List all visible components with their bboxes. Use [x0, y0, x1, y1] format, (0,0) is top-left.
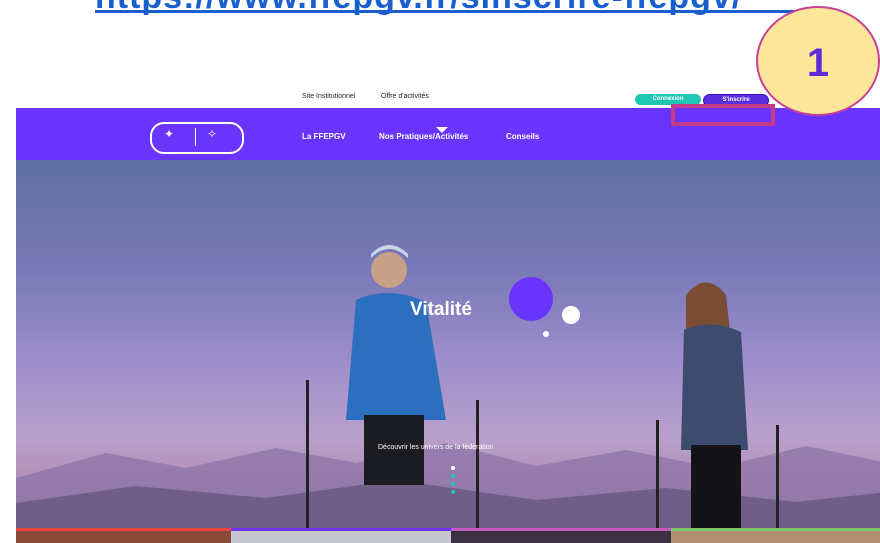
link-underline — [95, 10, 825, 13]
carousel-dot[interactable] — [451, 466, 455, 470]
logo-figure-icon: ✧ — [207, 127, 218, 141]
step-badge: 1 — [756, 6, 880, 116]
utility-link-site-institutionnel[interactable]: Site Institutionnel — [302, 93, 355, 100]
website-screenshot: Site Institutionnel Offre d'activités Co… — [16, 88, 880, 543]
utility-link-offre-activites[interactable]: Offre d'activités — [381, 93, 429, 100]
logo-mark-icon: ✦ — [164, 127, 175, 141]
carousel-dot[interactable] — [451, 474, 455, 478]
nav-item-la-ffepgv[interactable]: La FFEPGV — [302, 132, 346, 141]
category-accent-bar — [16, 528, 231, 531]
decor-circle-small — [543, 331, 549, 337]
hiker-woman-image — [656, 282, 779, 528]
category-accent-bar — [451, 528, 671, 531]
ffepgv-logo[interactable]: ✦ ✧ — [150, 122, 244, 154]
hiker-man-image — [306, 245, 479, 528]
hero-subtitle-link[interactable]: Découvrir les univers de la fédération — [378, 444, 494, 451]
highlight-box — [671, 104, 775, 126]
carousel-dot[interactable] — [451, 490, 455, 494]
page-url-link[interactable]: https://www.ffepgv.fr/sinscrire-ffepgv/ — [95, 0, 825, 18]
category-accent-bar — [231, 528, 451, 531]
carousel-indicator[interactable] — [448, 462, 458, 512]
nav-item-nos-pratiques[interactable]: Nos Pratiques/Activités — [379, 132, 468, 141]
category-accent-bar — [671, 528, 880, 531]
carousel-dot[interactable] — [451, 482, 455, 486]
decor-circle-large — [509, 277, 553, 321]
hero-title: Vitalité — [410, 299, 472, 320]
category-strip — [16, 528, 880, 543]
hero-banner: Vitalité Découvrir les univers de la féd… — [16, 160, 880, 528]
decor-circle-medium — [562, 306, 580, 324]
nav-item-conseils[interactable]: Conseils — [506, 132, 539, 141]
logo-divider — [195, 128, 196, 146]
